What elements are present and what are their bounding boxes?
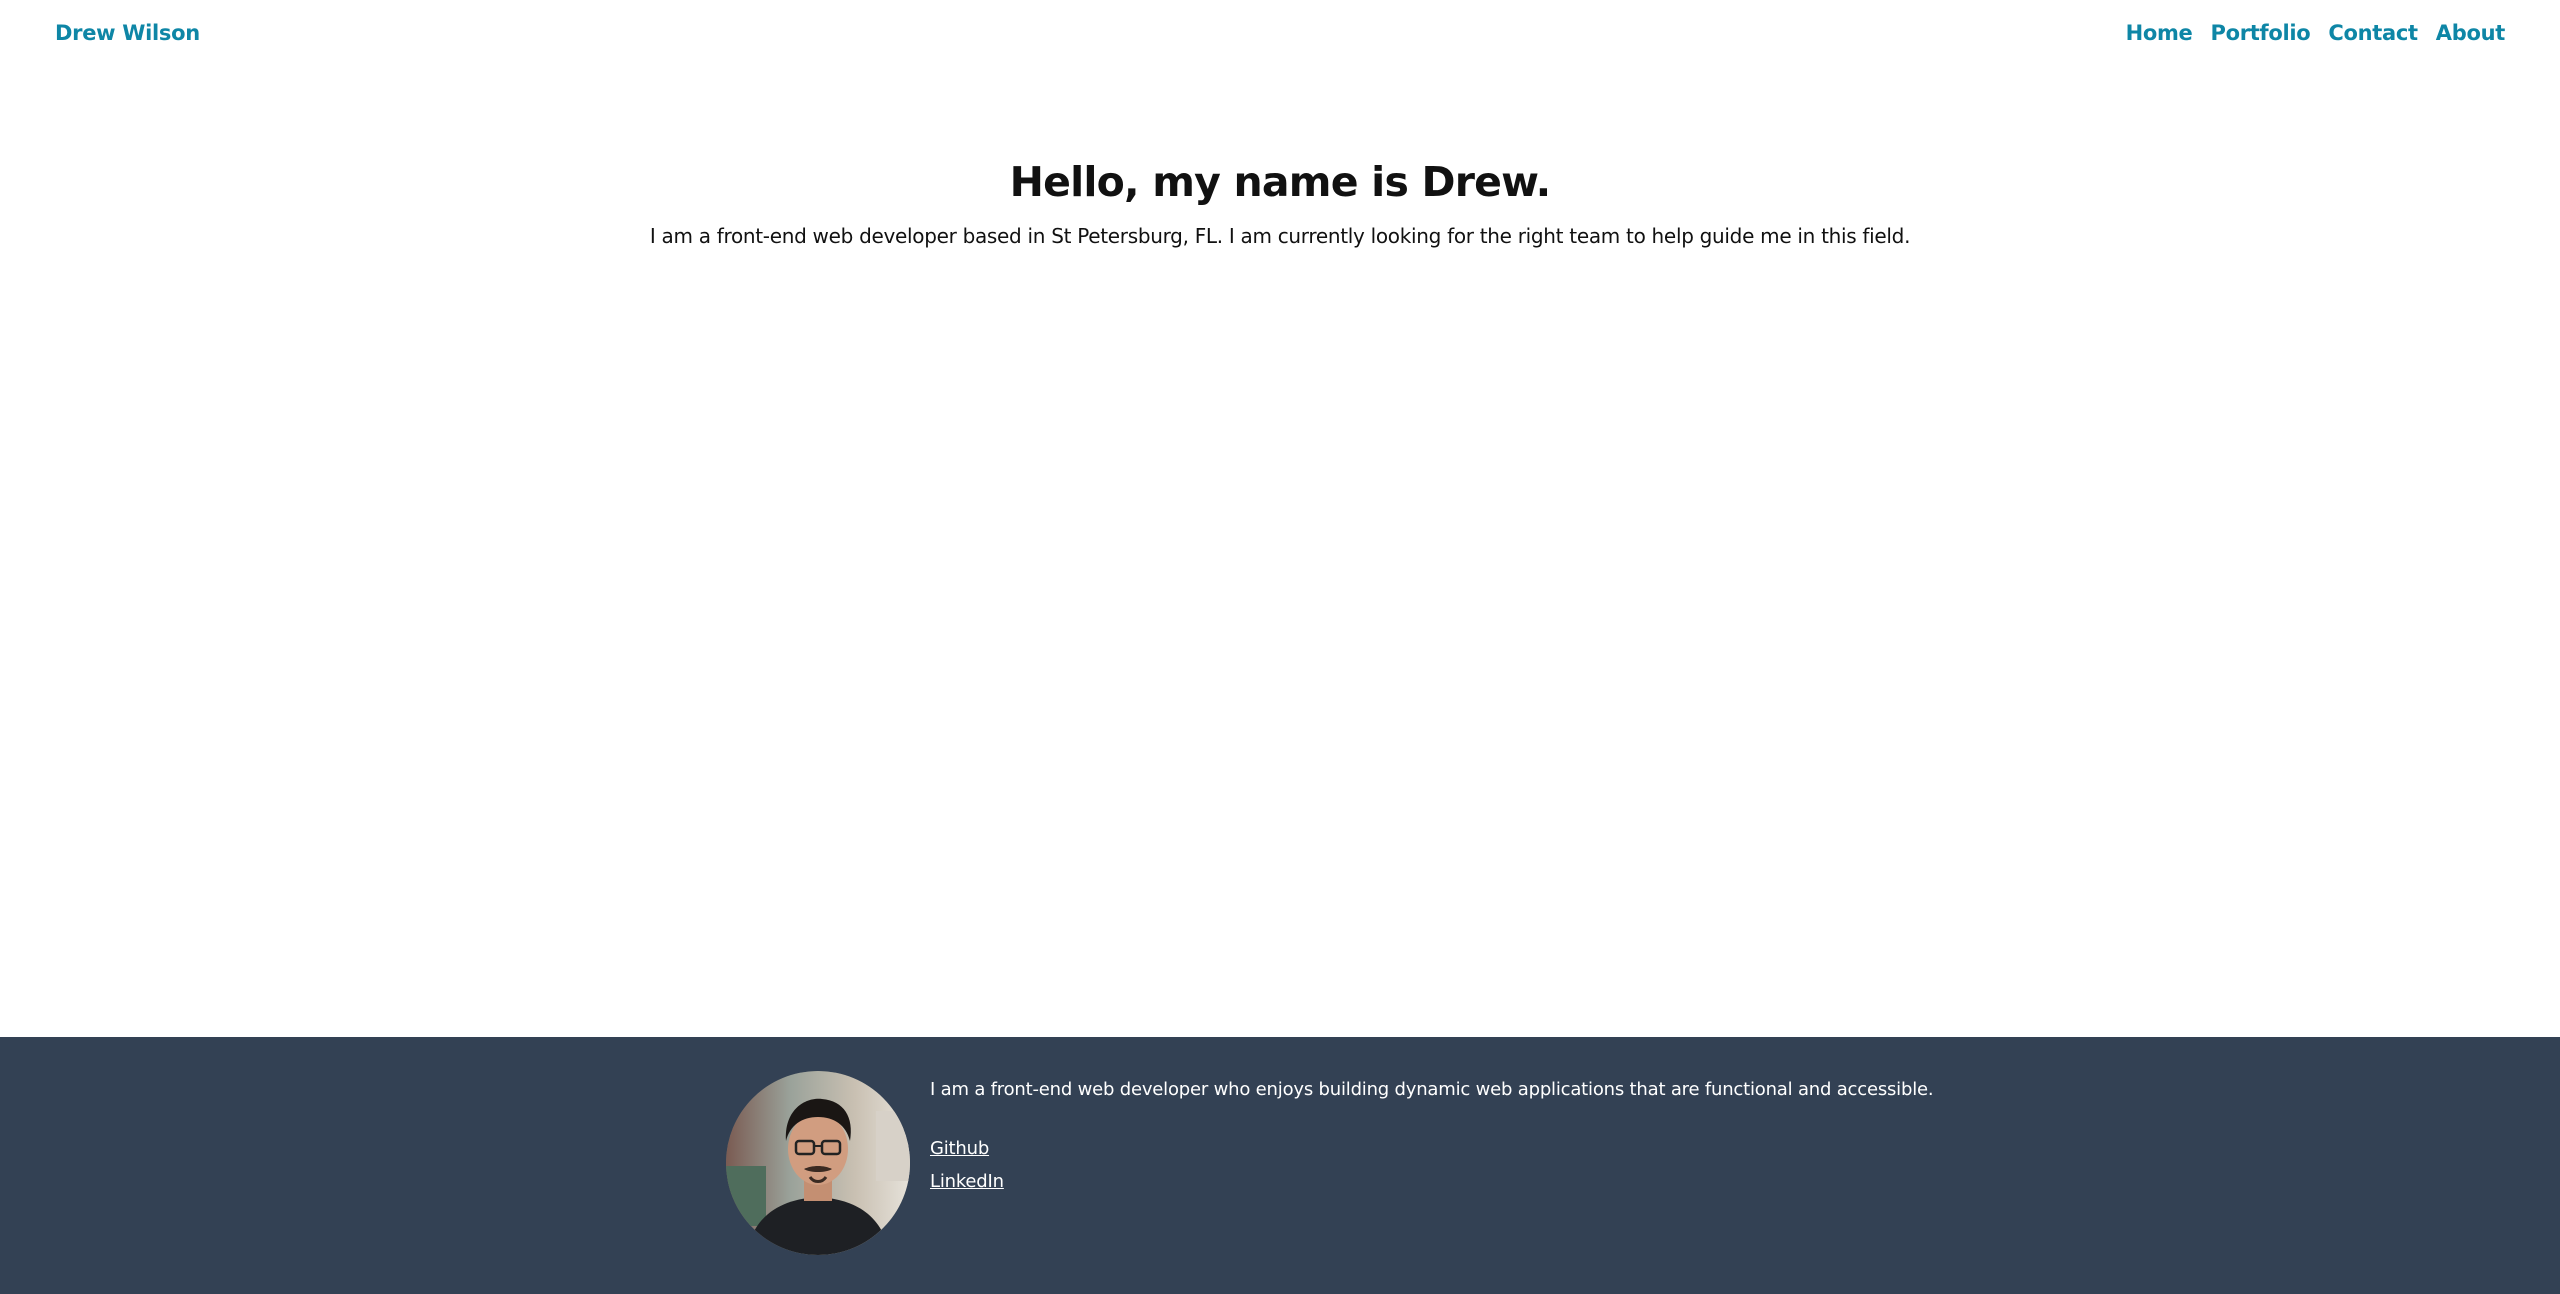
nav-home-link[interactable]: Home bbox=[2126, 21, 2193, 45]
site-header: Drew Wilson Home Portfolio Contact About bbox=[0, 0, 2560, 72]
footer-bio: I am a front-end web developer who enjoy… bbox=[930, 1079, 1934, 1100]
linkedin-link[interactable]: LinkedIn bbox=[930, 1171, 1933, 1192]
nav-contact-link[interactable]: Contact bbox=[2328, 21, 2418, 45]
hero-subtitle: I am a front-end web developer based in … bbox=[649, 224, 1911, 248]
footer-content: I am a front-end web developer who enjoy… bbox=[726, 1071, 1934, 1255]
avatar bbox=[726, 1071, 910, 1255]
github-link[interactable]: Github bbox=[930, 1138, 1933, 1159]
nav-portfolio-link[interactable]: Portfolio bbox=[2211, 21, 2311, 45]
hero-section: Hello, my name is Drew. I am a front-end… bbox=[0, 158, 2560, 248]
profile-photo bbox=[726, 1071, 910, 1255]
main-nav: Home Portfolio Contact About bbox=[2126, 21, 2506, 45]
site-footer: I am a front-end web developer who enjoy… bbox=[0, 1037, 2560, 1294]
hero-title: Hello, my name is Drew. bbox=[1009, 158, 1552, 206]
brand-link[interactable]: Drew Wilson bbox=[55, 21, 200, 45]
footer-text: I am a front-end web developer who enjoy… bbox=[930, 1071, 1934, 1255]
page: Drew Wilson Home Portfolio Contact About… bbox=[0, 0, 2560, 1294]
nav-about-link[interactable]: About bbox=[2436, 21, 2506, 45]
